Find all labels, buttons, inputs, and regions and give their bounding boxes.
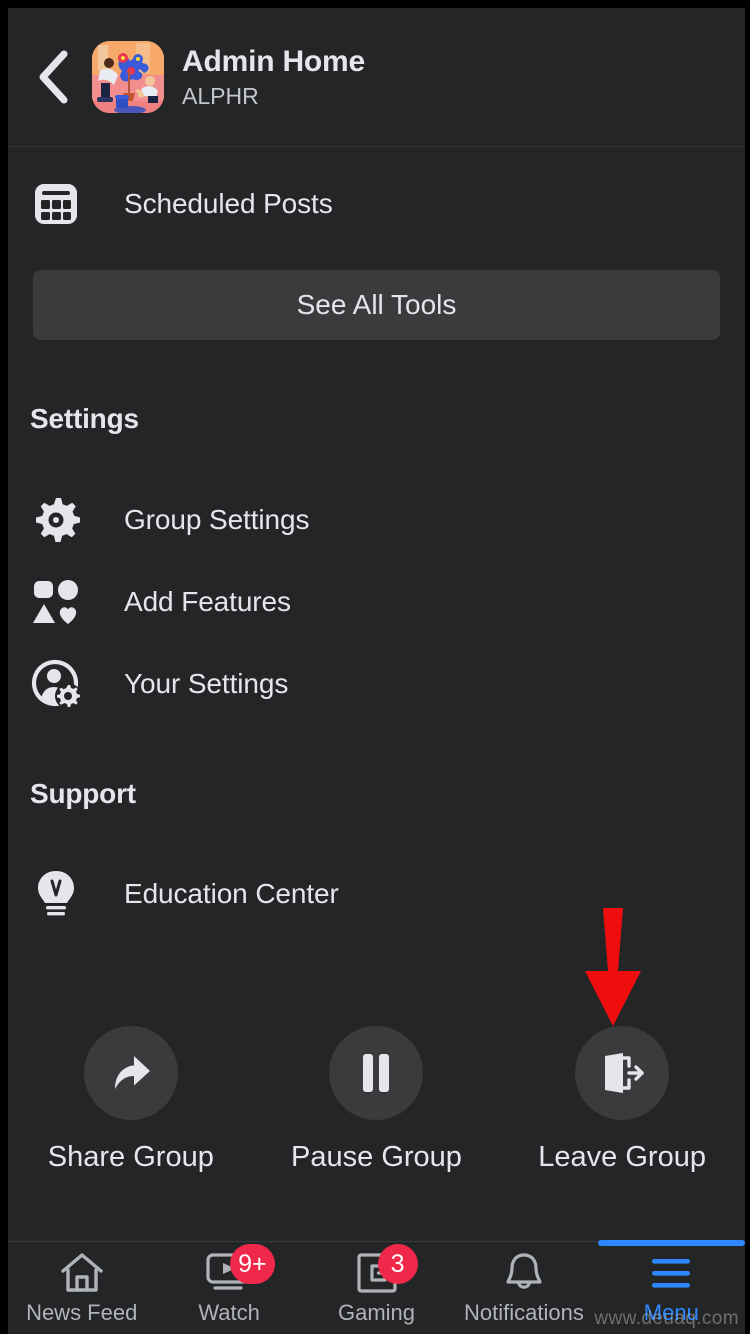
- section-heading-support: Support: [30, 778, 136, 809]
- nav-badge: 3: [377, 1244, 418, 1284]
- action-label: Leave Group: [538, 1141, 706, 1173]
- bottom-navigation: News Feed 9+ Watch 3 Gaming Notification…: [8, 1240, 745, 1334]
- back-button[interactable]: [30, 47, 76, 107]
- gear-icon: [30, 494, 82, 546]
- nav-label: Watch: [198, 1300, 260, 1325]
- row-label: Education Center: [124, 878, 339, 909]
- see-all-tools-button[interactable]: See All Tools: [33, 270, 720, 340]
- leave-door-icon: [598, 1049, 646, 1097]
- share-arrow-icon: [107, 1049, 155, 1097]
- nav-label: News Feed: [26, 1300, 138, 1325]
- nav-item-notifications[interactable]: Notifications: [450, 1242, 597, 1334]
- phone-screen: Admin Home ALPHR Scheduled Posts See All…: [0, 0, 750, 1334]
- group-cover-photo: [92, 41, 164, 113]
- content-area: Scheduled Posts See All Tools Settings G…: [8, 163, 745, 935]
- share-group-button[interactable]: [83, 1026, 178, 1120]
- bell-icon: [487, 1250, 561, 1296]
- nav-label: Notifications: [464, 1300, 584, 1325]
- app-header: Admin Home ALPHR: [8, 8, 745, 147]
- nav-label: Gaming: [337, 1300, 416, 1325]
- row-label: Add Features: [124, 586, 291, 617]
- nav-item-news-feed[interactable]: News Feed: [8, 1242, 155, 1334]
- calendar-grid-icon: [30, 178, 82, 230]
- row-label: Group Settings: [124, 504, 310, 535]
- page-title: Admin Home: [182, 44, 366, 78]
- row-education-center[interactable]: Education Center: [8, 853, 745, 935]
- nav-label: Menu: [643, 1300, 699, 1325]
- row-your-settings[interactable]: Your Settings: [8, 643, 745, 725]
- nav-badge: 9+: [230, 1244, 275, 1284]
- active-tab-indicator: [597, 1240, 745, 1246]
- person-gear-icon: [30, 658, 82, 710]
- gaming-icon: 3: [340, 1244, 418, 1296]
- nav-item-menu[interactable]: Menu: [597, 1240, 745, 1334]
- hamburger-menu-icon: [634, 1250, 708, 1296]
- row-label: Scheduled Posts: [124, 188, 333, 219]
- group-name: ALPHR: [182, 82, 259, 109]
- pause-group-button[interactable]: [329, 1026, 424, 1120]
- chevron-left-icon: [36, 50, 70, 104]
- watch-play-icon: 9+: [192, 1244, 275, 1296]
- home-icon: [45, 1250, 119, 1296]
- lightbulb-icon: [30, 868, 82, 920]
- pause-icon: [356, 1051, 396, 1095]
- row-add-features[interactable]: Add Features: [8, 561, 745, 643]
- header-text-block: Admin Home ALPHR: [182, 44, 365, 111]
- share-group-action[interactable]: Share Group: [31, 1026, 231, 1174]
- section-heading-settings: Settings: [30, 403, 139, 434]
- admin-home-screen: Admin Home ALPHR Scheduled Posts See All…: [8, 8, 745, 1334]
- row-label: Your Settings: [124, 668, 289, 699]
- action-label: Share Group: [47, 1141, 214, 1173]
- pause-group-action[interactable]: Pause Group: [276, 1026, 476, 1174]
- shapes-icon: [30, 576, 82, 628]
- row-scheduled-posts[interactable]: Scheduled Posts: [8, 163, 745, 245]
- nav-item-gaming[interactable]: 3 Gaming: [303, 1242, 450, 1334]
- action-label: Pause Group: [291, 1141, 462, 1173]
- group-actions-row: Share Group Pause Group Leave Group: [8, 1026, 745, 1174]
- row-group-settings[interactable]: Group Settings: [8, 479, 745, 561]
- group-avatar[interactable]: [92, 41, 164, 113]
- leave-group-button[interactable]: [575, 1026, 670, 1120]
- leave-group-action[interactable]: Leave Group: [522, 1026, 722, 1174]
- nav-item-watch[interactable]: 9+ Watch: [155, 1242, 302, 1334]
